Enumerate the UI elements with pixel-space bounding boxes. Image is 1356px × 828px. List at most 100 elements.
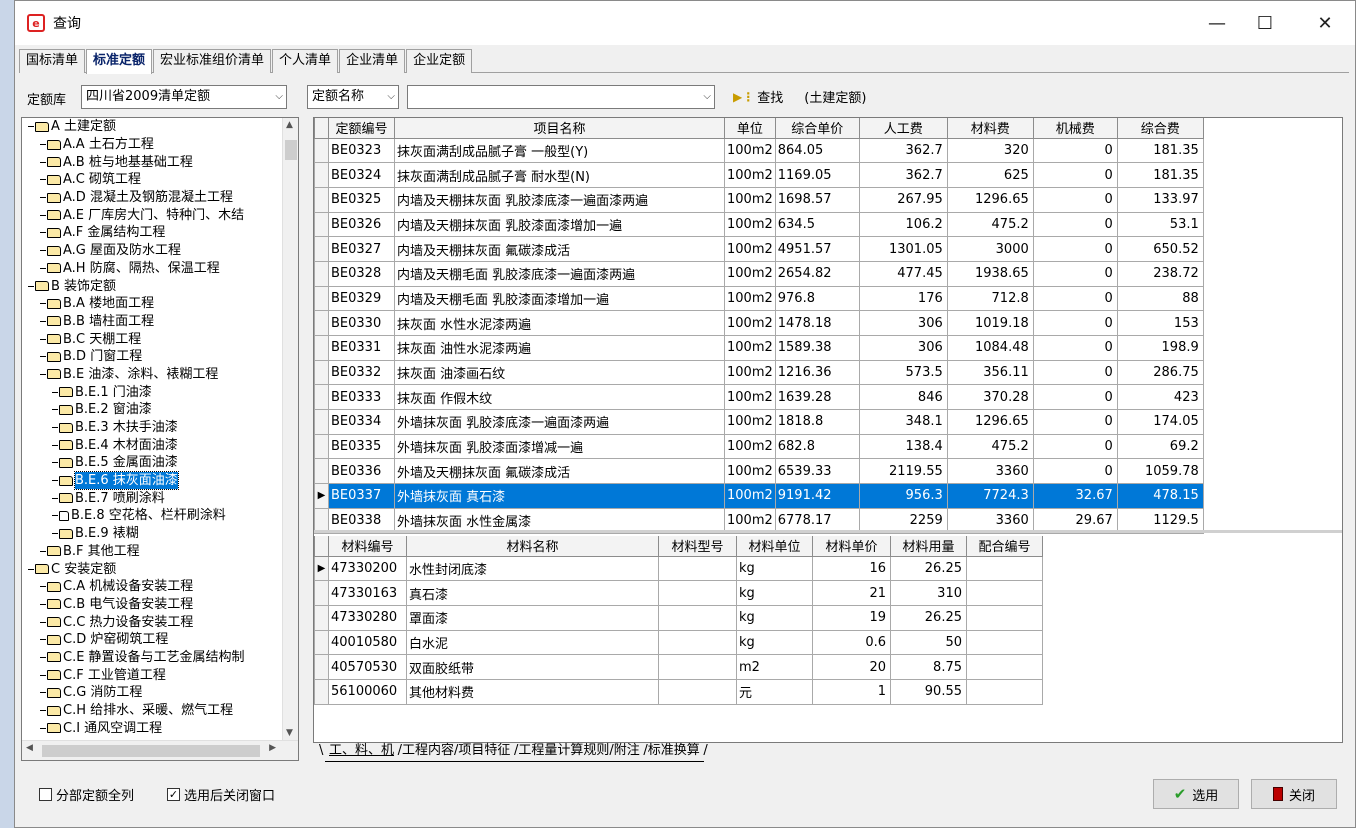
column-header[interactable]: 配合编号 bbox=[966, 536, 1043, 557]
table-cell[interactable]: 100m2 bbox=[724, 433, 776, 460]
table-cell[interactable] bbox=[658, 604, 737, 631]
maximize-button[interactable]: ☐ bbox=[1237, 1, 1293, 45]
tree-node[interactable]: B.B 墙柱面工程 bbox=[22, 313, 284, 331]
table-row[interactable]: BE0330 抹灰面 水性水泥漆两遍 100m2 1478.18 306 1019.18 0… bbox=[314, 310, 1204, 336]
table-cell[interactable]: 53.1 bbox=[1116, 211, 1204, 238]
table-cell[interactable]: 310 bbox=[890, 580, 967, 606]
row-indicator[interactable] bbox=[314, 458, 329, 485]
column-header[interactable]: 机械费 bbox=[1032, 118, 1118, 139]
column-header[interactable]: 材料编号 bbox=[328, 536, 407, 557]
row-indicator[interactable] bbox=[314, 604, 329, 631]
table-cell[interactable]: BE0332 bbox=[328, 359, 395, 386]
table-cell[interactable]: 174.05 bbox=[1116, 409, 1204, 435]
close-window-button[interactable]: ✕ bbox=[1297, 1, 1353, 45]
table-cell[interactable]: 47330163 bbox=[328, 580, 407, 606]
table-cell[interactable]: 外墙抹灰面 乳胶漆底漆一遍面漆两遍 bbox=[394, 409, 725, 435]
table-cell[interactable]: 真石漆 bbox=[406, 580, 659, 606]
table-cell[interactable]: 153 bbox=[1116, 310, 1204, 336]
table-cell[interactable]: 21 bbox=[812, 580, 891, 606]
table-row[interactable]: 56100060 其他材料费 元 1 90.55 bbox=[314, 678, 1043, 705]
table-cell[interactable] bbox=[658, 629, 737, 656]
table-cell[interactable]: 抹灰面 水性水泥漆两遍 bbox=[394, 310, 725, 336]
table-cell[interactable]: 水性封闭底漆 bbox=[406, 555, 659, 582]
column-header[interactable]: 材料费 bbox=[946, 118, 1034, 139]
scroll-thumb[interactable] bbox=[42, 745, 260, 757]
tree-node[interactable]: C.A 机械设备安装工程 bbox=[22, 578, 284, 596]
table-cell[interactable]: 682.8 bbox=[774, 433, 860, 460]
table-cell[interactable]: 100m2 bbox=[724, 359, 776, 386]
table-row[interactable]: BE0335 外墙抹灰面 乳胶漆面漆增减一遍 100m2 682.8 138.4 475.… bbox=[314, 433, 1204, 460]
table-cell[interactable]: 712.8 bbox=[946, 285, 1034, 312]
table-row[interactable]: 40010580 白水泥 kg 0.6 50 bbox=[314, 629, 1043, 656]
tree-node[interactable]: C 安装定额 bbox=[22, 560, 284, 578]
table-cell[interactable]: 6539.33 bbox=[774, 458, 860, 485]
table-cell[interactable]: 1296.65 bbox=[946, 186, 1034, 213]
table-cell[interactable] bbox=[966, 629, 1043, 656]
tree-node[interactable]: B.E.9 裱糊 bbox=[22, 525, 284, 543]
table-cell[interactable]: 抹灰面满刮成品腻子膏 耐水型(N) bbox=[394, 162, 725, 188]
table-cell[interactable]: 1 bbox=[812, 678, 891, 705]
table-cell[interactable]: 286.75 bbox=[1116, 359, 1204, 386]
column-header[interactable]: 项目名称 bbox=[394, 118, 725, 139]
table-cell[interactable]: 956.3 bbox=[858, 483, 948, 509]
row-indicator[interactable] bbox=[314, 433, 329, 460]
table-cell[interactable]: 1059.78 bbox=[1116, 458, 1204, 485]
table-cell[interactable] bbox=[658, 555, 737, 582]
search-input[interactable]: ⌵ bbox=[407, 85, 715, 109]
list-all-checkbox[interactable]: 分部定额全列 bbox=[39, 785, 134, 804]
tree-node[interactable]: B.F 其他工程 bbox=[22, 543, 284, 561]
table-cell[interactable] bbox=[966, 678, 1043, 705]
table-row[interactable]: BE0334 外墙抹灰面 乳胶漆底漆一遍面漆两遍 100m2 1818.8 348.1 1… bbox=[314, 409, 1204, 435]
table-cell[interactable] bbox=[966, 555, 1043, 582]
tree-node[interactable]: C.C 热力设备安装工程 bbox=[22, 613, 284, 631]
table-cell[interactable]: 白水泥 bbox=[406, 629, 659, 656]
column-header[interactable]: 材料单价 bbox=[812, 536, 891, 557]
table-cell[interactable]: 32.67 bbox=[1032, 483, 1118, 509]
table-cell[interactable]: 976.8 bbox=[774, 285, 860, 312]
table-cell[interactable]: 475.2 bbox=[946, 433, 1034, 460]
table-cell[interactable]: 1589.38 bbox=[774, 335, 860, 361]
table-cell[interactable]: 外墙抹灰面 乳胶漆面漆增减一遍 bbox=[394, 433, 725, 460]
table-cell[interactable]: 100m2 bbox=[724, 335, 776, 361]
table-cell[interactable]: 内墙及天棚抹灰面 氟碳漆成活 bbox=[394, 236, 725, 262]
table-cell[interactable]: BE0331 bbox=[328, 335, 395, 361]
table-cell[interactable]: 88 bbox=[1116, 285, 1204, 312]
table-cell[interactable]: 0 bbox=[1032, 359, 1118, 386]
tab-personal-list[interactable]: 个人清单 bbox=[272, 49, 339, 73]
table-cell[interactable]: 0 bbox=[1032, 211, 1118, 238]
table-cell[interactable]: 362.7 bbox=[858, 137, 948, 164]
table-cell[interactable] bbox=[658, 580, 737, 606]
table-cell[interactable]: 100m2 bbox=[724, 285, 776, 312]
table-cell[interactable]: 26.25 bbox=[890, 604, 967, 631]
row-indicator[interactable] bbox=[314, 678, 329, 705]
table-cell[interactable]: 抹灰面 油性水泥漆两遍 bbox=[394, 335, 725, 361]
table-cell[interactable]: 320 bbox=[946, 137, 1034, 164]
table-cell[interactable]: kg bbox=[736, 580, 813, 606]
column-header[interactable]: 人工费 bbox=[858, 118, 948, 139]
tree-horizontal-scrollbar[interactable]: ◀ ▶ bbox=[22, 740, 298, 760]
table-cell[interactable]: 0 bbox=[1032, 285, 1118, 312]
table-cell[interactable]: 内墙及天棚毛面 乳胶漆面漆增加一遍 bbox=[394, 285, 725, 312]
tab-work-content[interactable]: 工程内容/项目特征 bbox=[398, 742, 519, 762]
tree-node[interactable]: B 装饰定额 bbox=[22, 277, 284, 295]
tab-standard-conversion[interactable]: 标准换算 bbox=[643, 742, 708, 762]
table-cell[interactable]: 50 bbox=[890, 629, 967, 656]
table-cell[interactable]: 100m2 bbox=[724, 162, 776, 188]
table-cell[interactable]: 1084.48 bbox=[946, 335, 1034, 361]
column-header[interactable]: 材料用量 bbox=[890, 536, 967, 557]
table-cell[interactable]: BE0334 bbox=[328, 409, 395, 435]
tree-node[interactable]: A.E 厂库房大门、特种门、木结 bbox=[22, 206, 284, 224]
table-cell[interactable]: 内墙及天棚抹灰面 乳胶漆底漆一遍面漆两遍 bbox=[394, 186, 725, 213]
table-cell[interactable]: 573.5 bbox=[858, 359, 948, 386]
table-row[interactable]: BE0325 内墙及天棚抹灰面 乳胶漆底漆一遍面漆两遍 100m2 1698.57 26… bbox=[314, 186, 1204, 213]
table-cell[interactable]: 3000 bbox=[946, 236, 1034, 262]
table-cell[interactable]: 罩面漆 bbox=[406, 604, 659, 631]
table-row[interactable]: BE0326 内墙及天棚抹灰面 乳胶漆面漆增加一遍 100m2 634.5 106.2 4… bbox=[314, 211, 1204, 238]
checkbox-box[interactable]: ✓ bbox=[167, 788, 180, 801]
table-cell[interactable]: BE0329 bbox=[328, 285, 395, 312]
table-cell[interactable]: 内墙及天棚抹灰面 乳胶漆面漆增加一遍 bbox=[394, 211, 725, 238]
table-cell[interactable] bbox=[658, 654, 737, 680]
row-indicator[interactable] bbox=[314, 260, 329, 287]
table-cell[interactable]: BE0328 bbox=[328, 260, 395, 287]
table-cell[interactable]: kg bbox=[736, 555, 813, 582]
